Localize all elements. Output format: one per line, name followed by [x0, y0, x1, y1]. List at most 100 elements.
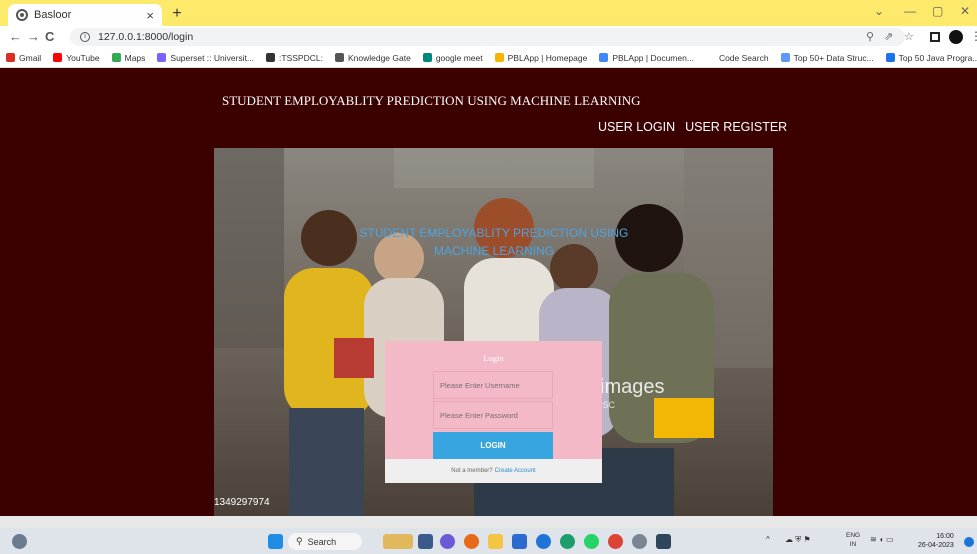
forward-button[interactable]: →	[27, 28, 40, 46]
address-bar[interactable]: i 127.0.0.1:8000/login	[70, 28, 905, 46]
password-input[interactable]	[433, 401, 553, 429]
minimize-button[interactable]: —	[904, 4, 916, 18]
create-account-link[interactable]: Create Account	[495, 468, 536, 474]
bookmark-item[interactable]: google meet	[422, 52, 483, 63]
bookmark-label: Maps	[124, 52, 146, 63]
new-tab-button[interactable]: +	[168, 5, 186, 23]
close-tab-icon[interactable]: ×	[146, 8, 154, 23]
bookmark-favicon-icon	[885, 53, 895, 62]
bookmark-favicon-icon	[494, 53, 504, 62]
edge-icon[interactable]	[536, 534, 551, 549]
network-volume-battery-icons[interactable]: ≋ ◖ ▭	[870, 535, 894, 544]
login-heading: Login	[483, 353, 504, 363]
maximize-button[interactable]: ▢	[932, 4, 943, 18]
bookmark-item[interactable]: Code Search	[705, 53, 769, 63]
bookmark-favicon-icon	[6, 53, 15, 62]
store-icon[interactable]	[512, 534, 527, 549]
site-title: STUDENT EMPLOYABLITY PREDICTION USING MA…	[222, 93, 641, 108]
url-text[interactable]: 127.0.0.1:8000/login	[98, 31, 193, 43]
share-icon[interactable]: ⇗	[884, 30, 893, 43]
watermark-subtext: ISC	[600, 400, 616, 410]
bookmark-label: Knowledge Gate	[347, 52, 411, 63]
bookmark-label: Superset :: Universit...	[170, 52, 255, 63]
region-text: IN	[849, 541, 857, 548]
bookmark-label: YouTube	[66, 52, 100, 63]
whatsapp-icon[interactable]	[584, 534, 599, 549]
menu-icon[interactable]: ⋮	[970, 29, 977, 43]
chat-icon[interactable]	[440, 534, 455, 549]
lang-text: ENG	[846, 532, 861, 539]
bookmark-star-icon[interactable]: ☆	[904, 30, 914, 43]
widget-icon[interactable]	[383, 534, 413, 549]
bookmark-favicon-icon	[111, 53, 121, 62]
bookmark-item[interactable]: PBLApp | Documen...	[599, 53, 694, 63]
tray-icons[interactable]: ☁ ⛨ ⚑	[785, 535, 811, 545]
browser-titlebar: Basloor × + ⌄ — ▢ ✕	[0, 0, 977, 26]
bookmark-item[interactable]: Top 50 Java Progra...	[885, 52, 977, 63]
search-icon: ⚲	[296, 536, 303, 546]
bookmark-item[interactable]: :TSSPDCL:	[266, 53, 323, 63]
bookmarks-bar: Gmail YouTube Maps Superset :: Universit...…	[0, 48, 977, 68]
hero-title: STUDENT EMPLOYABLITY PREDICTION USING MA…	[359, 226, 629, 258]
bookmark-item[interactable]: YouTube	[53, 52, 100, 63]
browser-app-icon[interactable]	[464, 534, 479, 549]
bookmark-item[interactable]: Top 50+ Data Struc...	[780, 53, 874, 63]
reload-button[interactable]: C	[45, 28, 54, 46]
file-explorer-icon[interactable]	[488, 534, 503, 549]
bookmark-item[interactable]: Maps	[111, 52, 146, 63]
terminal-icon[interactable]	[656, 534, 671, 549]
taskbar-search-label: Search	[307, 536, 337, 547]
bookmark-favicon-icon	[599, 53, 609, 62]
tab-search-icon[interactable]: ⌄	[874, 4, 884, 18]
bookmark-label: PBLApp | Homepage	[507, 52, 588, 63]
profile-avatar[interactable]	[949, 30, 963, 44]
bookmark-favicon-icon	[705, 53, 715, 62]
bookmark-favicon-icon	[334, 53, 344, 62]
bookmark-favicon-icon	[780, 53, 790, 62]
sidepanel-icon[interactable]	[930, 32, 940, 42]
task-view-icon[interactable]	[418, 534, 433, 549]
zoom-icon[interactable]: ⚲	[866, 30, 874, 43]
site-info-icon[interactable]: i	[80, 32, 90, 42]
start-icon[interactable]	[268, 534, 283, 549]
time-text: 16:00	[936, 533, 954, 540]
tray-chevron-icon[interactable]: ^	[766, 535, 770, 544]
stock-image-id: 1349297974	[214, 497, 270, 508]
page-content: STUDENT EMPLOYABLITY PREDICTION USING MA…	[0, 68, 977, 516]
bookmark-label: PBLApp | Documen...	[612, 52, 694, 63]
bookmark-favicon-icon	[53, 53, 63, 62]
bookmark-label: :TSSPDCL:	[279, 52, 323, 63]
nav-user-login[interactable]: USER LOGIN	[598, 120, 675, 134]
bookmark-favicon-icon	[157, 53, 167, 62]
language-indicator[interactable]: ENG IN	[846, 531, 860, 549]
bookmark-item[interactable]: PBLApp | Homepage	[494, 52, 588, 63]
not-member-text: Not a member?	[451, 468, 493, 474]
nav-user-register[interactable]: USER REGISTER	[685, 120, 787, 134]
close-window-button[interactable]: ✕	[960, 4, 970, 18]
bookmark-label: Top 50 Java Progra...	[898, 52, 977, 63]
login-footer: Not a member? Create Account	[385, 459, 602, 483]
notification-icon[interactable]	[964, 537, 974, 547]
bookmark-item[interactable]: Knowledge Gate	[334, 52, 411, 63]
tab-title: Basloor	[34, 9, 72, 21]
taskbar: ⚲ Search ^ ☁ ⛨ ⚑ ENG IN ≋ ◖ ▭ 16:00 26-04…	[0, 528, 977, 554]
browser-toolbar: ← → C i 127.0.0.1:8000/login ⚲ ⇗ ☆ ⋮	[0, 26, 977, 48]
login-card: Login LOGIN Not a member? Create Account	[385, 341, 602, 483]
date-text: 26-04-2023	[918, 542, 954, 549]
taskbar-search[interactable]: ⚲ Search	[288, 533, 362, 550]
chrome-icon[interactable]	[608, 534, 623, 549]
bookmark-label: google meet	[435, 52, 483, 63]
browser-tab[interactable]: Basloor ×	[8, 4, 162, 26]
app-icon[interactable]	[560, 534, 575, 549]
bookmark-item[interactable]: Gmail	[6, 53, 41, 63]
login-button[interactable]: LOGIN	[433, 432, 553, 459]
back-button[interactable]: ←	[9, 28, 22, 46]
bookmark-item[interactable]: Superset :: Universit...	[157, 53, 254, 63]
clock[interactable]: 16:00 26-04-2023	[918, 532, 954, 550]
settings-icon[interactable]	[632, 534, 647, 549]
bookmark-label: Gmail	[19, 52, 42, 63]
username-input[interactable]	[433, 371, 553, 399]
bookmark-favicon-icon	[422, 53, 432, 62]
bookmark-favicon-icon	[266, 53, 276, 62]
weather-icon[interactable]	[12, 534, 27, 549]
